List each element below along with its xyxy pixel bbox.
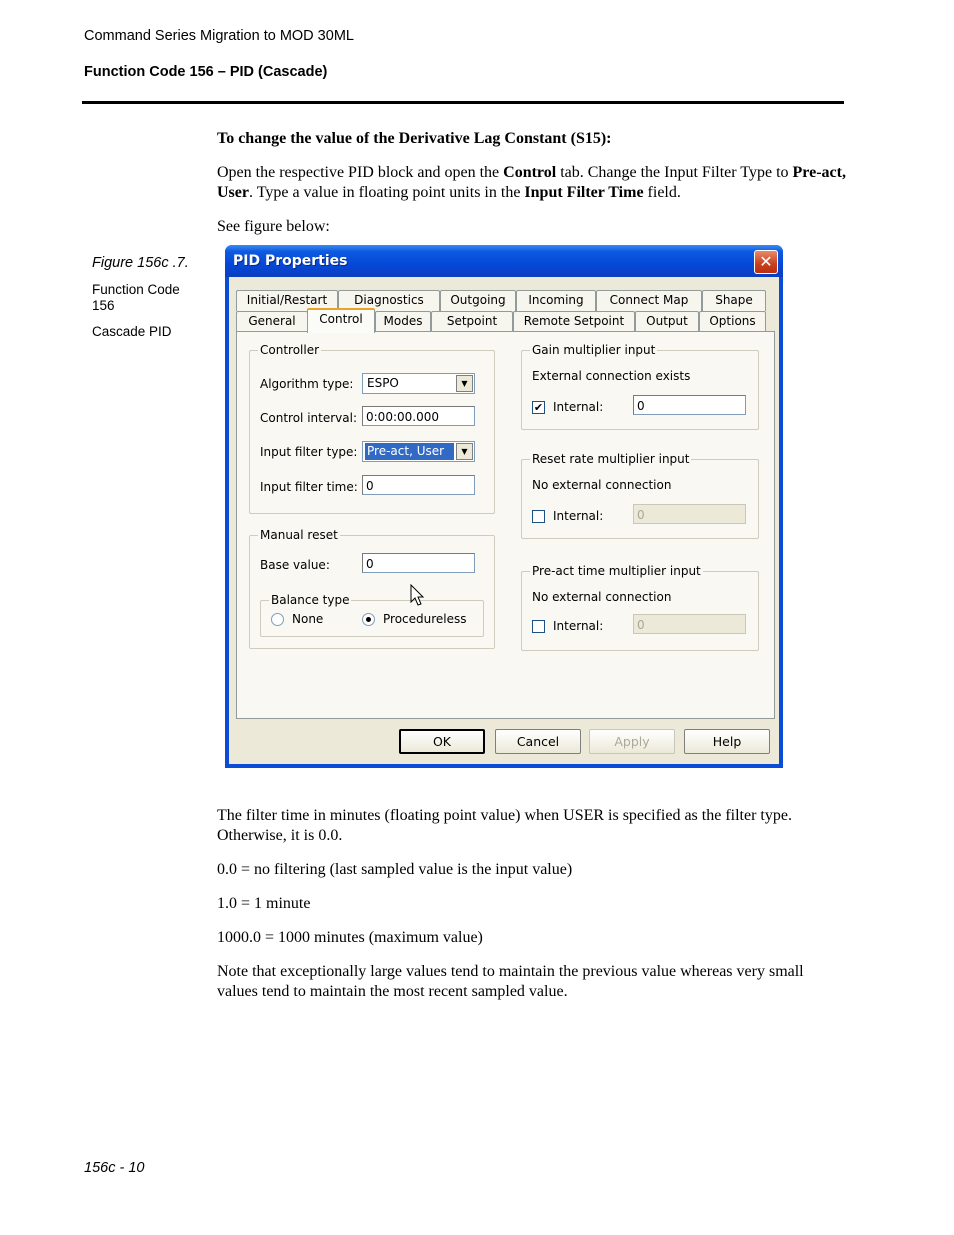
balance-procedureless-radio[interactable] <box>362 613 375 626</box>
input-filter-type-value: Pre-act, User <box>365 443 454 460</box>
preact-time-internal-input[interactable]: 0 <box>633 614 746 634</box>
chevron-down-icon[interactable]: ▼ <box>456 375 473 392</box>
gain-multiplier-label: Gain multiplier input <box>530 343 658 357</box>
control-interval-input[interactable]: 0:00:00.000 <box>362 406 475 426</box>
reset-rate-internal-label: Internal: <box>553 509 604 523</box>
tab-general[interactable]: General <box>236 311 308 332</box>
instruction-paragraph: Open the respective PID block and open t… <box>217 163 847 203</box>
control-interval-label: Control interval: <box>260 411 357 425</box>
mouse-cursor-icon <box>410 584 425 606</box>
input-filter-time-label: Input filter time: <box>260 480 358 494</box>
tab-outgoing[interactable]: Outgoing <box>440 290 516 311</box>
reset-rate-status: No external connection <box>532 478 672 492</box>
explanation-paragraph-5: Note that exceptionally large values ten… <box>217 963 804 1000</box>
input-filter-type-label: Input filter type: <box>260 445 358 459</box>
text-run: field. <box>643 184 681 201</box>
explanation-paragraph-3: 1.0 = 1 minute <box>217 895 311 912</box>
chevron-down-icon[interactable]: ▼ <box>456 443 473 460</box>
algorithm-type-label: Algorithm type: <box>260 377 354 391</box>
preact-time-internal-checkbox[interactable] <box>532 620 545 633</box>
preact-time-multiplier-label: Pre-act time multiplier input <box>530 564 703 578</box>
tab-setpoint[interactable]: Setpoint <box>431 311 513 332</box>
controller-group-label: Controller <box>258 343 322 357</box>
balance-procedureless-label[interactable]: Procedureless <box>383 612 467 626</box>
figure-function-code: Function Code 156 <box>92 282 180 313</box>
base-value-label: Base value: <box>260 558 330 572</box>
reset-rate-internal-input[interactable]: 0 <box>633 504 746 524</box>
section-title: Function Code 156 – PID (Cascade) <box>84 64 328 80</box>
instruction-heading: To change the value of the Derivative La… <box>217 130 612 147</box>
gain-internal-input[interactable]: 0 <box>633 395 746 415</box>
text-run: Open the respective PID block and open t… <box>217 164 504 181</box>
text-run: . Type a value in floating point units i… <box>248 184 525 201</box>
dialog-titlebar[interactable]: PID Properties ✕ <box>225 245 783 277</box>
document-title: Command Series Migration to MOD 30ML <box>84 28 354 44</box>
input-filter-time-input[interactable]: 0 <box>362 475 475 495</box>
tab-shape[interactable]: Shape <box>702 290 766 311</box>
gain-multiplier-status: External connection exists <box>532 369 691 383</box>
header-divider <box>82 101 844 104</box>
tab-options[interactable]: Options <box>699 311 766 332</box>
reset-rate-multiplier-label: Reset rate multiplier input <box>530 452 692 466</box>
preact-time-multiplier-group: Pre-act time multiplier input No externa… <box>521 564 759 651</box>
algorithm-type-value: ESPO <box>367 376 399 390</box>
cancel-button[interactable]: Cancel <box>495 729 581 754</box>
tab-incoming[interactable]: Incoming <box>516 290 596 311</box>
preact-time-internal-label: Internal: <box>553 619 604 633</box>
see-figure-text: See figure below: <box>217 218 330 235</box>
text-run-bold: Control <box>503 164 557 181</box>
balance-type-label: Balance type <box>269 593 352 607</box>
balance-none-label[interactable]: None <box>292 612 323 626</box>
close-icon[interactable]: ✕ <box>754 250 778 274</box>
explanation-paragraph-4: 1000.0 = 1000 minutes (maximum value) <box>217 929 483 946</box>
reset-rate-multiplier-group: Reset rate multiplier input No external … <box>521 452 759 539</box>
tab-control[interactable]: Control <box>307 308 375 333</box>
input-filter-type-select[interactable]: Pre-act, User ▼ <box>362 441 475 462</box>
explanation-paragraph-2: 0.0 = no filtering (last sampled value i… <box>217 861 573 878</box>
dialog-title: PID Properties <box>233 253 348 269</box>
tab-modes[interactable]: Modes <box>375 311 431 332</box>
tab-output[interactable]: Output <box>635 311 699 332</box>
help-button[interactable]: Help <box>684 729 770 754</box>
text-run-bold: Input Filter Time <box>524 184 644 201</box>
figure-number: Figure 156c .7. <box>92 255 189 271</box>
tab-connect-map[interactable]: Connect Map <box>596 290 702 311</box>
gain-internal-checkbox[interactable]: ✔ <box>532 401 545 414</box>
figure-name: Cascade PID <box>92 324 172 339</box>
explanation-paragraph-1: The filter time in minutes (floating poi… <box>217 807 792 844</box>
dialog-client-area: Initial/Restart Diagnostics Outgoing Inc… <box>229 277 779 764</box>
algorithm-type-select[interactable]: ESPO ▼ <box>362 373 475 394</box>
apply-button[interactable]: Apply <box>589 729 675 754</box>
ok-button[interactable]: OK <box>399 729 485 754</box>
pid-properties-dialog: PID Properties ✕ Initial/Restart Diagnos… <box>225 245 783 768</box>
manual-reset-group: Manual reset Base value: 0 Balance type … <box>249 528 495 649</box>
text-run: tab. Change the Input Filter Type to <box>556 164 793 181</box>
tab-remote-setpoint[interactable]: Remote Setpoint <box>513 311 635 332</box>
base-value-input[interactable]: 0 <box>362 553 475 573</box>
control-tab-panel: Controller Algorithm type: ESPO ▼ Contro… <box>236 331 775 719</box>
reset-rate-internal-checkbox[interactable] <box>532 510 545 523</box>
manual-reset-group-label: Manual reset <box>258 528 340 542</box>
page-number: 156c - 10 <box>84 1160 145 1176</box>
gain-multiplier-group: Gain multiplier input External connectio… <box>521 343 759 430</box>
controller-group: Controller Algorithm type: ESPO ▼ Contro… <box>249 343 495 514</box>
balance-type-group: Balance type None Procedureless <box>260 593 484 637</box>
preact-time-status: No external connection <box>532 590 672 604</box>
gain-internal-label: Internal: <box>553 400 604 414</box>
balance-none-radio[interactable] <box>271 613 284 626</box>
